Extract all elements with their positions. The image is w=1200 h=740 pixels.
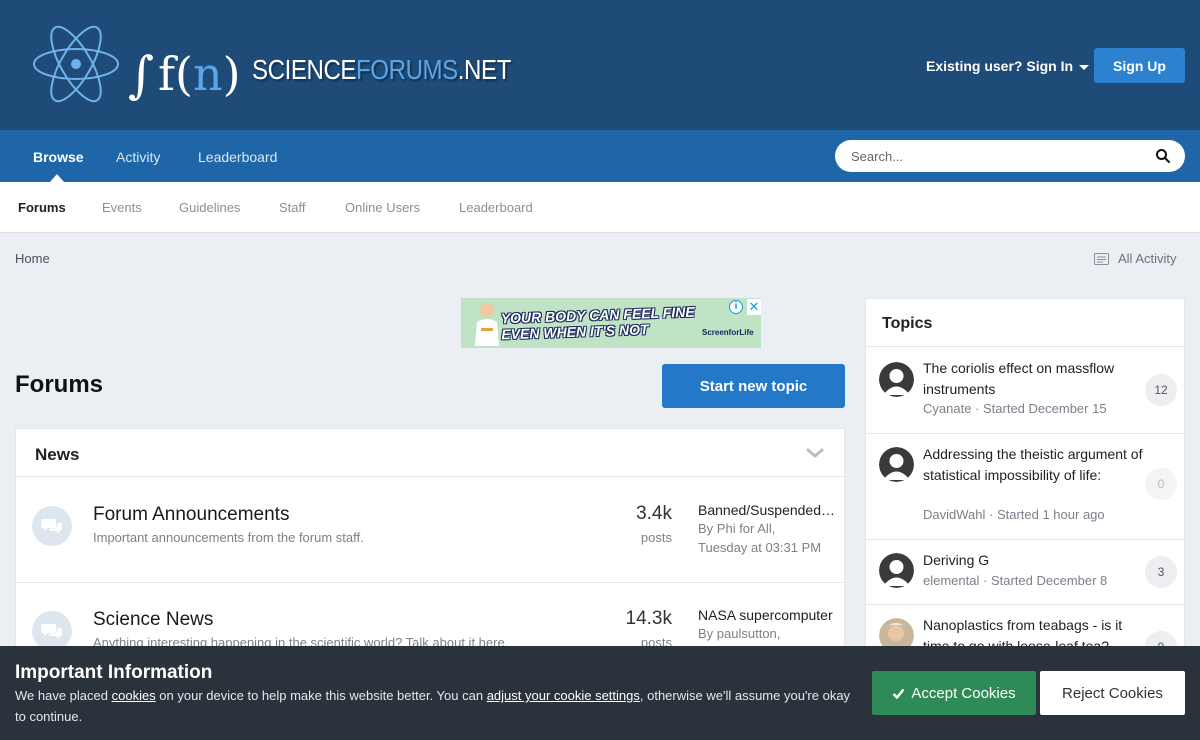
logo-wordmark: SCIENCEFORUMS.NET xyxy=(252,54,511,85)
check-icon xyxy=(893,688,905,699)
cookies-link[interactable]: cookies xyxy=(112,688,156,703)
cookie-settings-link[interactable]: adjust your cookie settings xyxy=(487,688,640,703)
subnav-staff[interactable]: Staff xyxy=(279,200,306,215)
last-post-author: By Phi for All, xyxy=(698,521,776,536)
category-title: News xyxy=(35,445,80,464)
topic-author[interactable]: DavidWahl xyxy=(923,507,985,522)
topics-title: Topics xyxy=(882,315,933,332)
last-post-author-link[interactable]: paulsutton, xyxy=(717,626,781,641)
forum-description: Important announcements from the forum s… xyxy=(93,530,364,545)
topic-title[interactable]: Addressing the theistic argument of stat… xyxy=(923,444,1143,486)
ad-brand: ScreenforLife xyxy=(702,328,754,337)
reject-cookies-button[interactable]: Reject Cookies xyxy=(1040,671,1185,715)
ad-headline: YOUR BODY CAN FEEL FINE EVEN WHEN IT'S NO… xyxy=(500,303,695,343)
nav-browse[interactable]: Browse xyxy=(33,149,84,165)
reply-count-badge: 12 xyxy=(1145,374,1177,406)
forum-post-count: 3.4k xyxy=(636,503,672,524)
default-avatar-icon[interactable] xyxy=(879,553,914,588)
forum-title[interactable]: Forum Announcements xyxy=(93,504,289,526)
collapse-chevron-icon[interactable] xyxy=(806,447,824,459)
activity-feed-icon xyxy=(1094,252,1109,265)
topic-meta: Cyanate · Started December 15 xyxy=(923,401,1107,416)
default-avatar-icon[interactable] xyxy=(879,447,914,482)
ad-info-icon[interactable]: i xyxy=(729,300,743,314)
last-post-author: By paulsutton, xyxy=(698,626,781,641)
cookie-banner-text: We have placed cookies on your device to… xyxy=(15,688,851,724)
cookie-banner-title: Important Information xyxy=(15,662,213,683)
subnav-forums[interactable]: Forums xyxy=(18,200,66,215)
topic-item: The coriolis effect on massflow instrume… xyxy=(866,348,1184,434)
topic-item: Deriving G elemental · Started December … xyxy=(866,540,1184,605)
search-box xyxy=(835,140,1185,172)
forum-post-count: 14.3k xyxy=(625,608,672,629)
default-avatar-icon[interactable] xyxy=(879,362,914,397)
site-header: ∫ f(n) SCIENCEFORUMS.NET Existing user? … xyxy=(0,0,1200,130)
all-activity-label: All Activity xyxy=(1118,251,1177,266)
active-nav-pointer xyxy=(50,174,64,182)
forum-bubbles-icon xyxy=(32,611,72,651)
all-activity-link[interactable]: All Activity xyxy=(1094,251,1177,266)
search-input[interactable] xyxy=(851,147,1141,165)
topics-header: Topics xyxy=(866,299,1184,347)
subnav-online-users[interactable]: Online Users xyxy=(345,200,420,215)
ad-close-icon[interactable]: ✕ xyxy=(747,299,761,315)
forum-title[interactable]: Science News xyxy=(93,609,213,631)
topic-meta: elemental · Started December 8 xyxy=(923,573,1108,588)
secondary-nav: Forums Events Guidelines Staff Online Us… xyxy=(0,182,1200,233)
ad-person-image xyxy=(475,303,499,346)
start-new-topic-button[interactable]: Start new topic xyxy=(662,364,845,408)
last-post-author-link[interactable]: Phi for All, xyxy=(717,521,776,536)
topic-meta: DavidWahl · Started 1 hour ago xyxy=(923,507,1105,522)
subnav-events[interactable]: Events xyxy=(102,200,142,215)
subnav-leaderboard[interactable]: Leaderboard xyxy=(459,200,533,215)
sign-up-button[interactable]: Sign Up xyxy=(1094,48,1185,83)
topic-item: Addressing the theistic argument of stat… xyxy=(866,434,1184,540)
subnav-guidelines[interactable]: Guidelines xyxy=(179,200,240,215)
cookie-banner: Important Information We have placed coo… xyxy=(0,646,1200,740)
topic-author[interactable]: Cyanate xyxy=(923,401,971,416)
advertisement-banner[interactable]: YOUR BODY CAN FEEL FINE EVEN WHEN IT'S NO… xyxy=(461,298,761,348)
topic-author[interactable]: elemental xyxy=(923,573,979,588)
topic-title[interactable]: The coriolis effect on massflow instrume… xyxy=(923,358,1143,400)
atom-icon xyxy=(33,25,119,103)
reply-count-badge: 0 xyxy=(1145,468,1177,500)
accept-cookies-label: Accept Cookies xyxy=(911,684,1016,702)
nav-leaderboard[interactable]: Leaderboard xyxy=(198,149,277,165)
breadcrumb-home[interactable]: Home xyxy=(15,251,50,266)
reply-count-badge: 3 xyxy=(1145,556,1177,588)
last-post-title[interactable]: NASA supercomputer xyxy=(698,607,836,623)
search-icon[interactable] xyxy=(1155,148,1171,164)
topic-title[interactable]: Deriving G xyxy=(923,550,1143,571)
page-title: Forums xyxy=(15,371,104,398)
logo-fn-mark: ∫ xyxy=(128,46,154,104)
forum-row-announcements: Forum Announcements Important announceme… xyxy=(16,478,844,583)
sign-in-link[interactable]: Existing user? Sign In xyxy=(926,58,1090,74)
last-post-title[interactable]: Banned/Suspended users xyxy=(698,502,836,518)
forum-bubbles-icon xyxy=(32,506,72,546)
accept-cookies-button[interactable]: Accept Cookies xyxy=(872,671,1036,715)
category-header: News xyxy=(16,429,844,477)
chevron-down-icon xyxy=(1079,64,1090,70)
forum-post-count-label: posts xyxy=(640,530,672,545)
last-post-time: Tuesday at 03:31 PM xyxy=(698,540,822,555)
nav-activity[interactable]: Activity xyxy=(116,149,160,165)
logo-fn-text: f(n) xyxy=(158,47,241,101)
